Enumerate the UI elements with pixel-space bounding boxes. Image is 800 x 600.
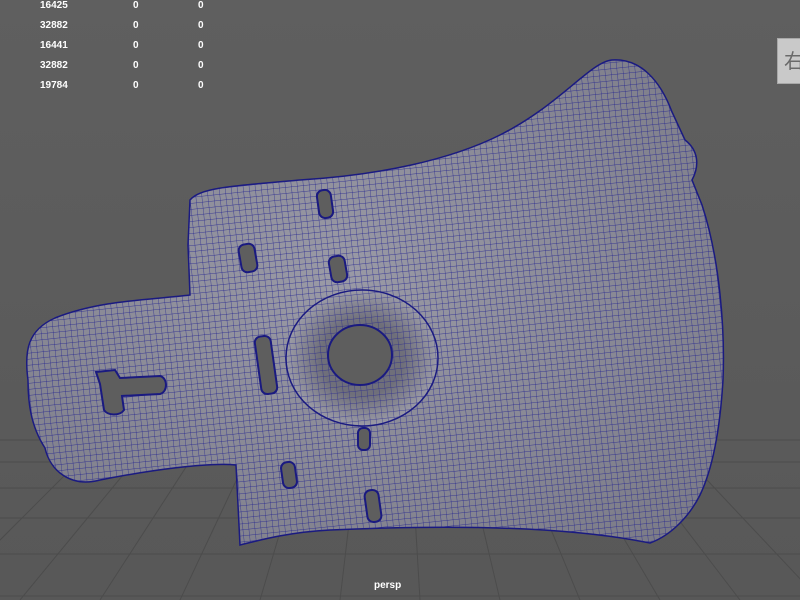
hud-value: 32882 — [40, 60, 68, 71]
hud-value: 0 — [198, 40, 204, 51]
hud-value: 0 — [133, 40, 139, 51]
hud-value: 19784 — [40, 80, 68, 91]
hud-value: 0 — [133, 60, 139, 71]
hud-row: 19784 0 0 — [0, 80, 230, 98]
hud-value: 0 — [198, 60, 204, 71]
panel-tab-icon[interactable]: 右 — [777, 38, 800, 84]
hud-value: 0 — [198, 80, 204, 91]
hud-value: 0 — [133, 80, 139, 91]
hud-row: 16441 0 0 — [0, 40, 230, 58]
hud-value: 0 — [198, 0, 204, 11]
hud-poly-count: 16425 0 0 32882 0 0 16441 0 0 32882 0 0 … — [0, 0, 230, 100]
hud-row: 32882 0 0 — [0, 60, 230, 78]
hud-value: 32882 — [40, 20, 68, 31]
hud-row: 32882 0 0 — [0, 20, 230, 38]
wireframe-mesh[interactable] — [25, 59, 725, 546]
hud-value: 0 — [198, 20, 204, 31]
hud-row: 16425 0 0 — [0, 0, 230, 18]
perspective-viewport[interactable]: 16425 0 0 32882 0 0 16441 0 0 32882 0 0 … — [0, 0, 800, 600]
hud-value: 0 — [133, 0, 139, 11]
camera-label: persp — [374, 580, 402, 591]
hud-value: 16441 — [40, 40, 68, 51]
hud-value: 0 — [133, 20, 139, 31]
hud-value: 16425 — [40, 0, 68, 11]
boss-hole — [327, 324, 393, 386]
